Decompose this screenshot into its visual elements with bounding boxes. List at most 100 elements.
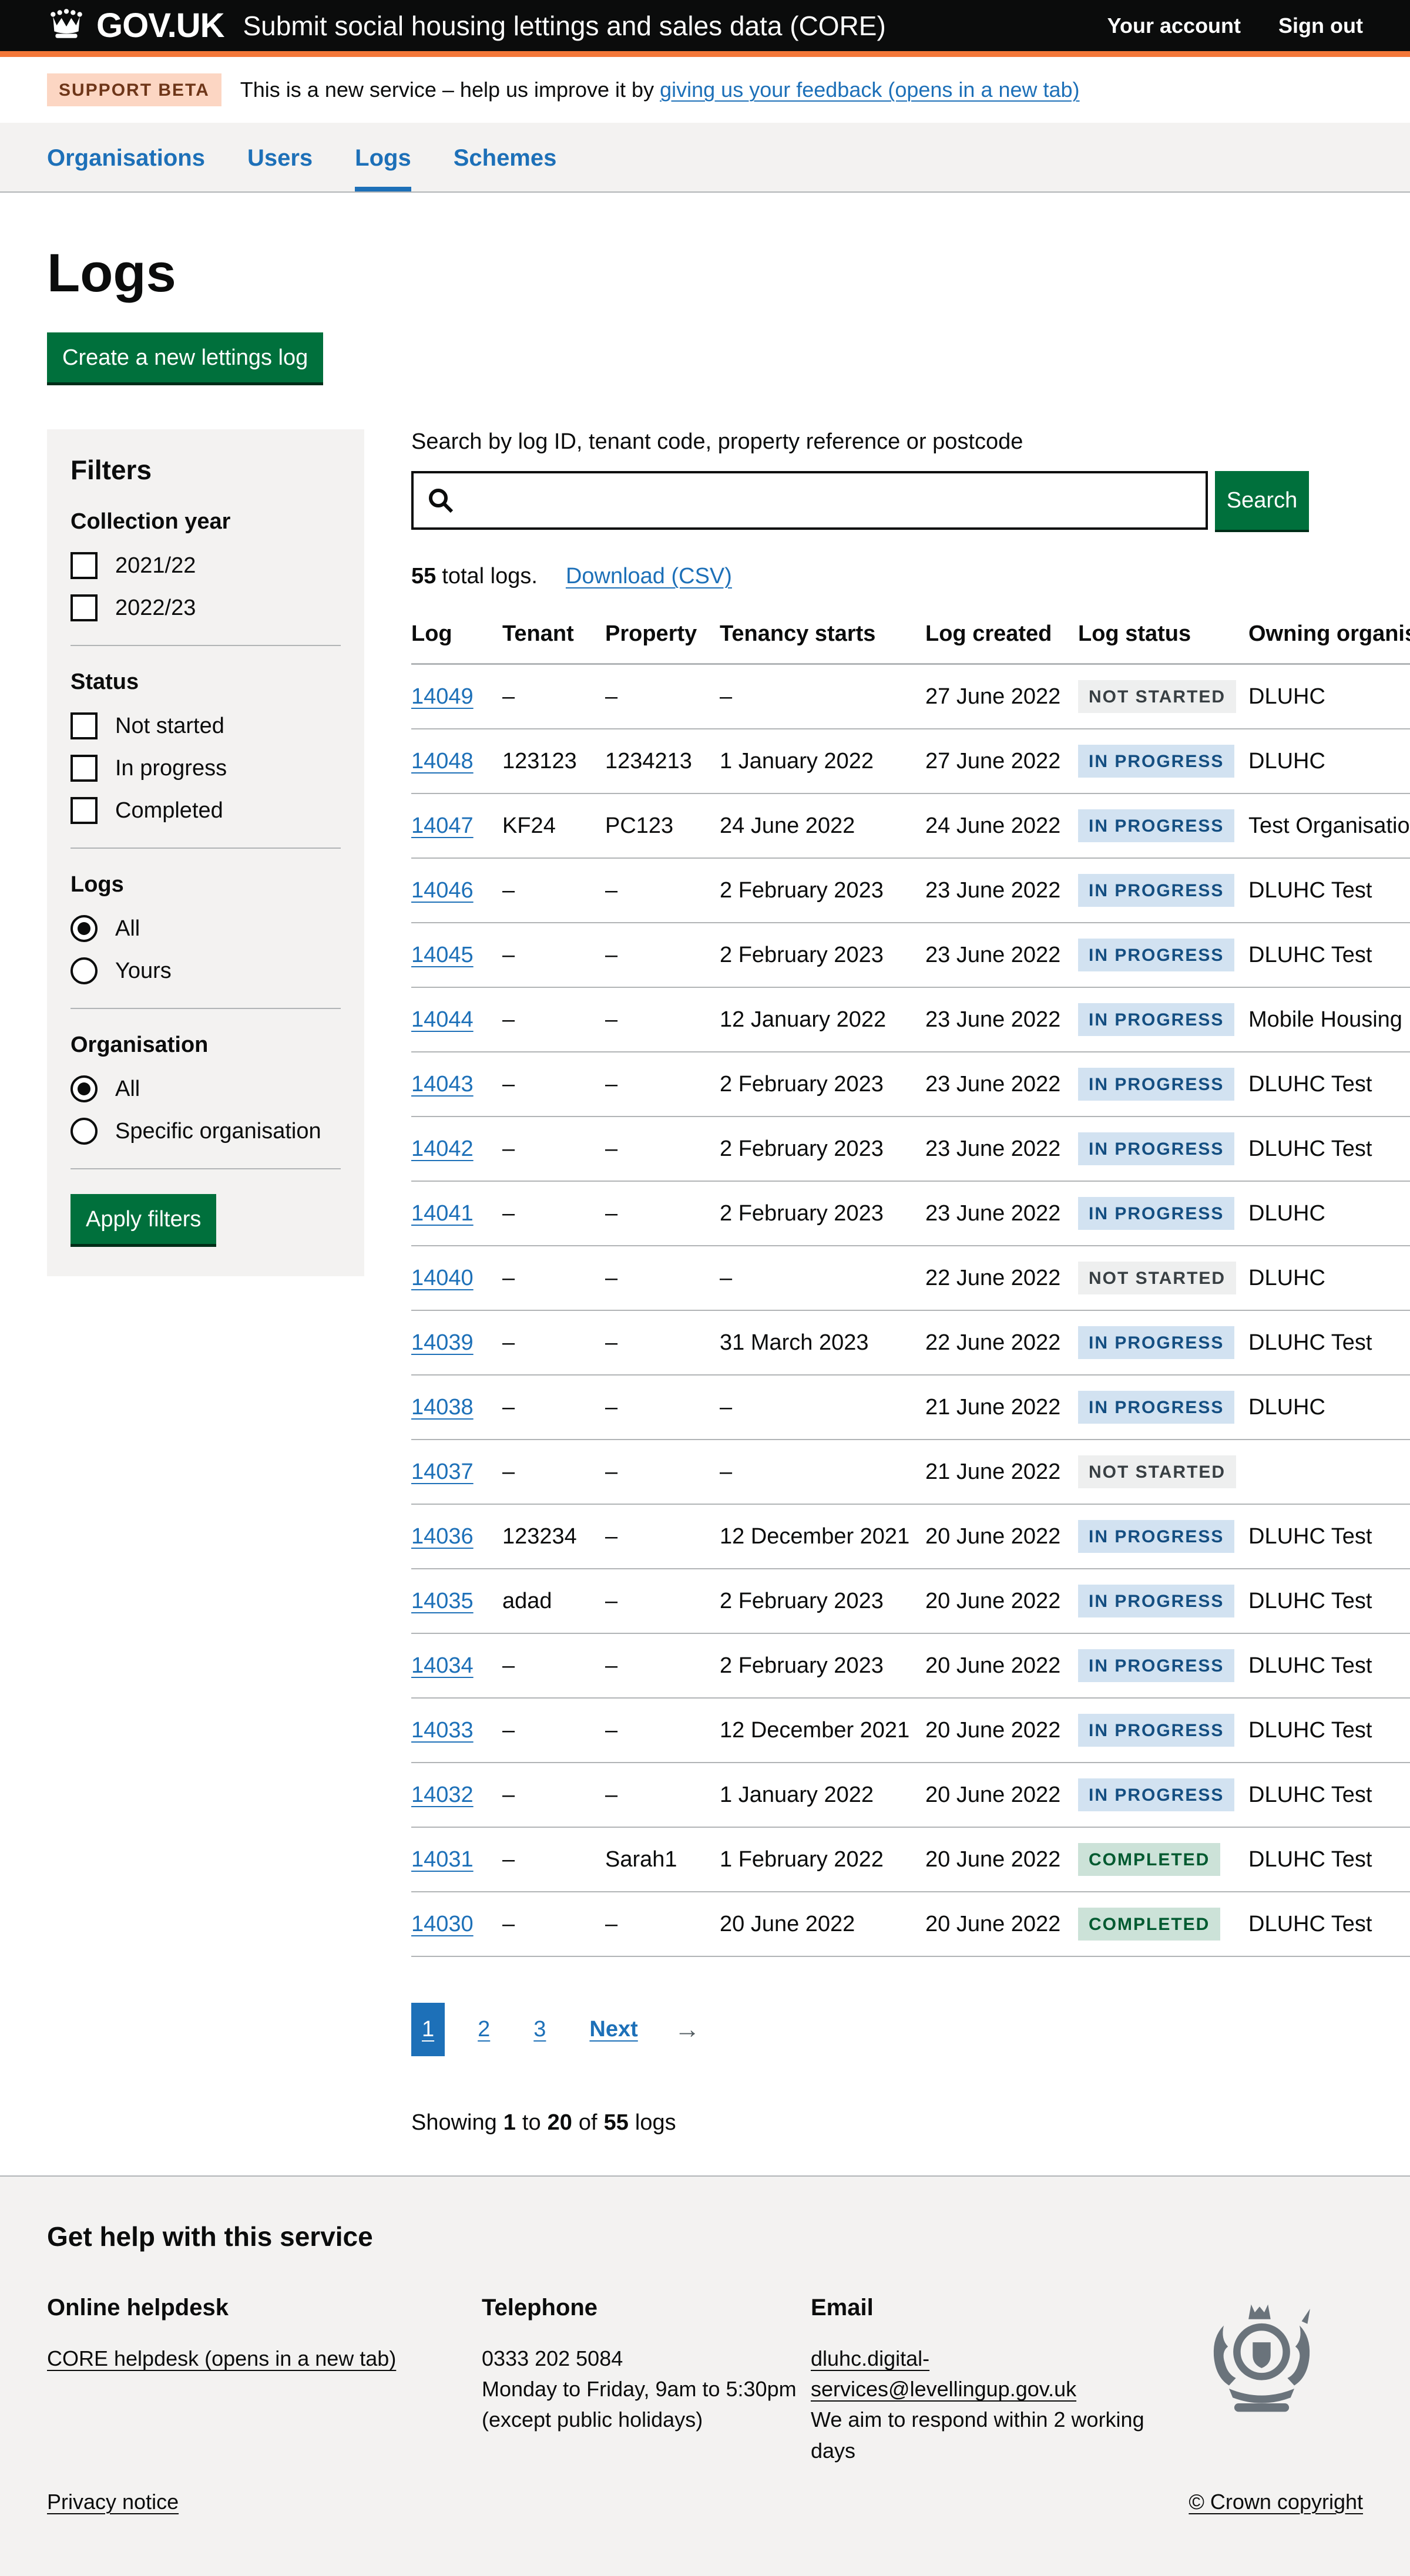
- log-link[interactable]: 14036: [411, 1524, 474, 1549]
- log-link[interactable]: 14045: [411, 943, 474, 967]
- option-label: In progress: [115, 756, 227, 781]
- status-badge: IN PROGRESS: [1078, 1649, 1234, 1682]
- status-badge: IN PROGRESS: [1078, 1068, 1234, 1101]
- tenant-cell: –: [502, 1912, 605, 1937]
- option-label: All: [115, 916, 140, 941]
- download-csv-link[interactable]: Download (CSV): [566, 564, 732, 588]
- log-link[interactable]: 14040: [411, 1266, 474, 1290]
- log-created-cell: 22 June 2022: [925, 1266, 1078, 1291]
- apply-filters-button[interactable]: Apply filters: [70, 1194, 216, 1244]
- nav-item-logs[interactable]: Logs: [355, 145, 411, 191]
- tenancy-starts-cell: –: [720, 1266, 925, 1291]
- log-id-cell: 14043: [411, 1072, 502, 1097]
- checkbox-2022-23[interactable]: 2022/23: [70, 594, 341, 621]
- tenancy-starts-cell: 2 February 2023: [720, 1589, 925, 1614]
- your-account-link[interactable]: Your account: [1107, 14, 1241, 38]
- tenancy-starts-cell: –: [720, 684, 925, 709]
- log-link[interactable]: 14038: [411, 1395, 474, 1420]
- log-link[interactable]: 14048: [411, 749, 474, 774]
- tenant-cell: –: [502, 1395, 605, 1420]
- footer-column-email: Emaildluhc.digital-services@levellingup.…: [811, 2295, 1187, 2466]
- footer-column-telephone: Telephone0333 202 5084Monday to Friday, …: [482, 2295, 811, 2466]
- search-button[interactable]: Search: [1215, 471, 1309, 530]
- checkbox-completed[interactable]: Completed: [70, 797, 341, 824]
- log-link[interactable]: 14043: [411, 1072, 474, 1097]
- table-row: 14040–––22 June 2022NOT STARTEDDLUHC: [411, 1246, 1410, 1311]
- log-link[interactable]: 14044: [411, 1007, 474, 1032]
- checkbox-in-progress[interactable]: In progress: [70, 755, 341, 782]
- pagination-next-link[interactable]: Next: [579, 2003, 648, 2056]
- log-link[interactable]: 14034: [411, 1653, 474, 1678]
- create-lettings-log-button[interactable]: Create a new lettings log: [47, 332, 323, 382]
- service-name-link[interactable]: Submit social housing lettings and sales…: [243, 10, 885, 42]
- pagination-pages: 123: [411, 2003, 579, 2056]
- checkbox-not-started[interactable]: Not started: [70, 712, 341, 739]
- log-created-cell: 20 June 2022: [925, 1524, 1078, 1549]
- table-row: 14044––12 January 202223 June 2022IN PRO…: [411, 988, 1410, 1052]
- feedback-link[interactable]: giving us your feedback (opens in a new …: [660, 78, 1079, 102]
- filter-group-collection-year: Collection year2021/222022/23: [70, 509, 341, 621]
- owning-org-cell: Mobile Housing: [1248, 1007, 1410, 1033]
- log-link[interactable]: 14035: [411, 1589, 474, 1613]
- radio-control[interactable]: [70, 1075, 98, 1102]
- log-link[interactable]: 14037: [411, 1459, 474, 1484]
- nav-item-organisations[interactable]: Organisations: [47, 145, 205, 191]
- page-title: Logs: [47, 243, 1363, 304]
- radio-control[interactable]: [70, 915, 98, 942]
- log-link[interactable]: 14031: [411, 1847, 474, 1872]
- log-id-cell: 14040: [411, 1266, 502, 1291]
- checkbox-control[interactable]: [70, 594, 98, 621]
- log-link[interactable]: 14039: [411, 1330, 474, 1355]
- log-link[interactable]: 14042: [411, 1136, 474, 1161]
- checkbox-control[interactable]: [70, 797, 98, 824]
- tenant-cell: –: [502, 1653, 605, 1679]
- radio-all[interactable]: All: [70, 915, 341, 942]
- tenant-cell: –: [502, 1783, 605, 1808]
- radio-specific-organisation[interactable]: Specific organisation: [70, 1118, 341, 1145]
- log-created-cell: 23 June 2022: [925, 878, 1078, 903]
- logs-table-header: LogTenantPropertyTenancy startsLog creat…: [411, 621, 1410, 665]
- pagination-page-3[interactable]: 3: [523, 2003, 556, 2056]
- footer-column-line: (except public holidays): [482, 2405, 811, 2435]
- nav-item-users[interactable]: Users: [247, 145, 313, 191]
- tenancy-starts-cell: 24 June 2022: [720, 813, 925, 839]
- checkbox-control[interactable]: [70, 755, 98, 782]
- status-badge: NOT STARTED: [1078, 680, 1236, 713]
- search-input[interactable]: [411, 471, 1208, 530]
- owning-org-cell: DLUHC Test: [1248, 1072, 1410, 1097]
- logs-table-body: 14049–––27 June 2022NOT STARTEDDLUHC1404…: [411, 665, 1410, 1957]
- tenant-cell: –: [502, 1266, 605, 1291]
- pagination-page-1[interactable]: 1: [411, 2003, 445, 2056]
- nav-item-schemes[interactable]: Schemes: [454, 145, 557, 191]
- log-link[interactable]: 14047: [411, 813, 474, 838]
- checkbox-control[interactable]: [70, 712, 98, 739]
- log-link[interactable]: 14049: [411, 684, 474, 709]
- table-row: 14046––2 February 202323 June 2022IN PRO…: [411, 859, 1410, 923]
- sign-out-link[interactable]: Sign out: [1278, 14, 1363, 38]
- log-link[interactable]: 14046: [411, 878, 474, 903]
- radio-control[interactable]: [70, 1118, 98, 1145]
- tenancy-starts-cell: 2 February 2023: [720, 1201, 925, 1226]
- crown-copyright-link[interactable]: © Crown copyright: [1189, 2490, 1363, 2514]
- checkbox-2021-22[interactable]: 2021/22: [70, 552, 341, 579]
- radio-control[interactable]: [70, 957, 98, 984]
- table-row: 14041––2 February 202323 June 2022IN PRO…: [411, 1182, 1410, 1246]
- checkbox-control[interactable]: [70, 552, 98, 579]
- log-id-cell: 14033: [411, 1718, 502, 1743]
- log-id-cell: 14038: [411, 1395, 502, 1420]
- footer-column-link[interactable]: dluhc.digital-services@levellingup.gov.u…: [811, 2346, 1076, 2401]
- column-header-log-status: Log status: [1078, 621, 1248, 647]
- govuk-logo-link[interactable]: GOV.UK: [47, 6, 224, 45]
- log-link[interactable]: 14033: [411, 1718, 474, 1743]
- log-link[interactable]: 14030: [411, 1912, 474, 1936]
- log-link[interactable]: 14041: [411, 1201, 474, 1226]
- property-cell: –: [605, 1653, 720, 1679]
- footer-column-link[interactable]: CORE helpdesk (opens in a new tab): [47, 2346, 396, 2370]
- radio-all[interactable]: All: [70, 1075, 341, 1102]
- filter-groups: Collection year2021/222022/23StatusNot s…: [70, 509, 341, 1169]
- pagination-page-2[interactable]: 2: [467, 2003, 501, 2056]
- log-link[interactable]: 14032: [411, 1783, 474, 1807]
- tenancy-starts-cell: 2 February 2023: [720, 1136, 925, 1162]
- privacy-notice-link[interactable]: Privacy notice: [47, 2490, 179, 2514]
- radio-yours[interactable]: Yours: [70, 957, 341, 984]
